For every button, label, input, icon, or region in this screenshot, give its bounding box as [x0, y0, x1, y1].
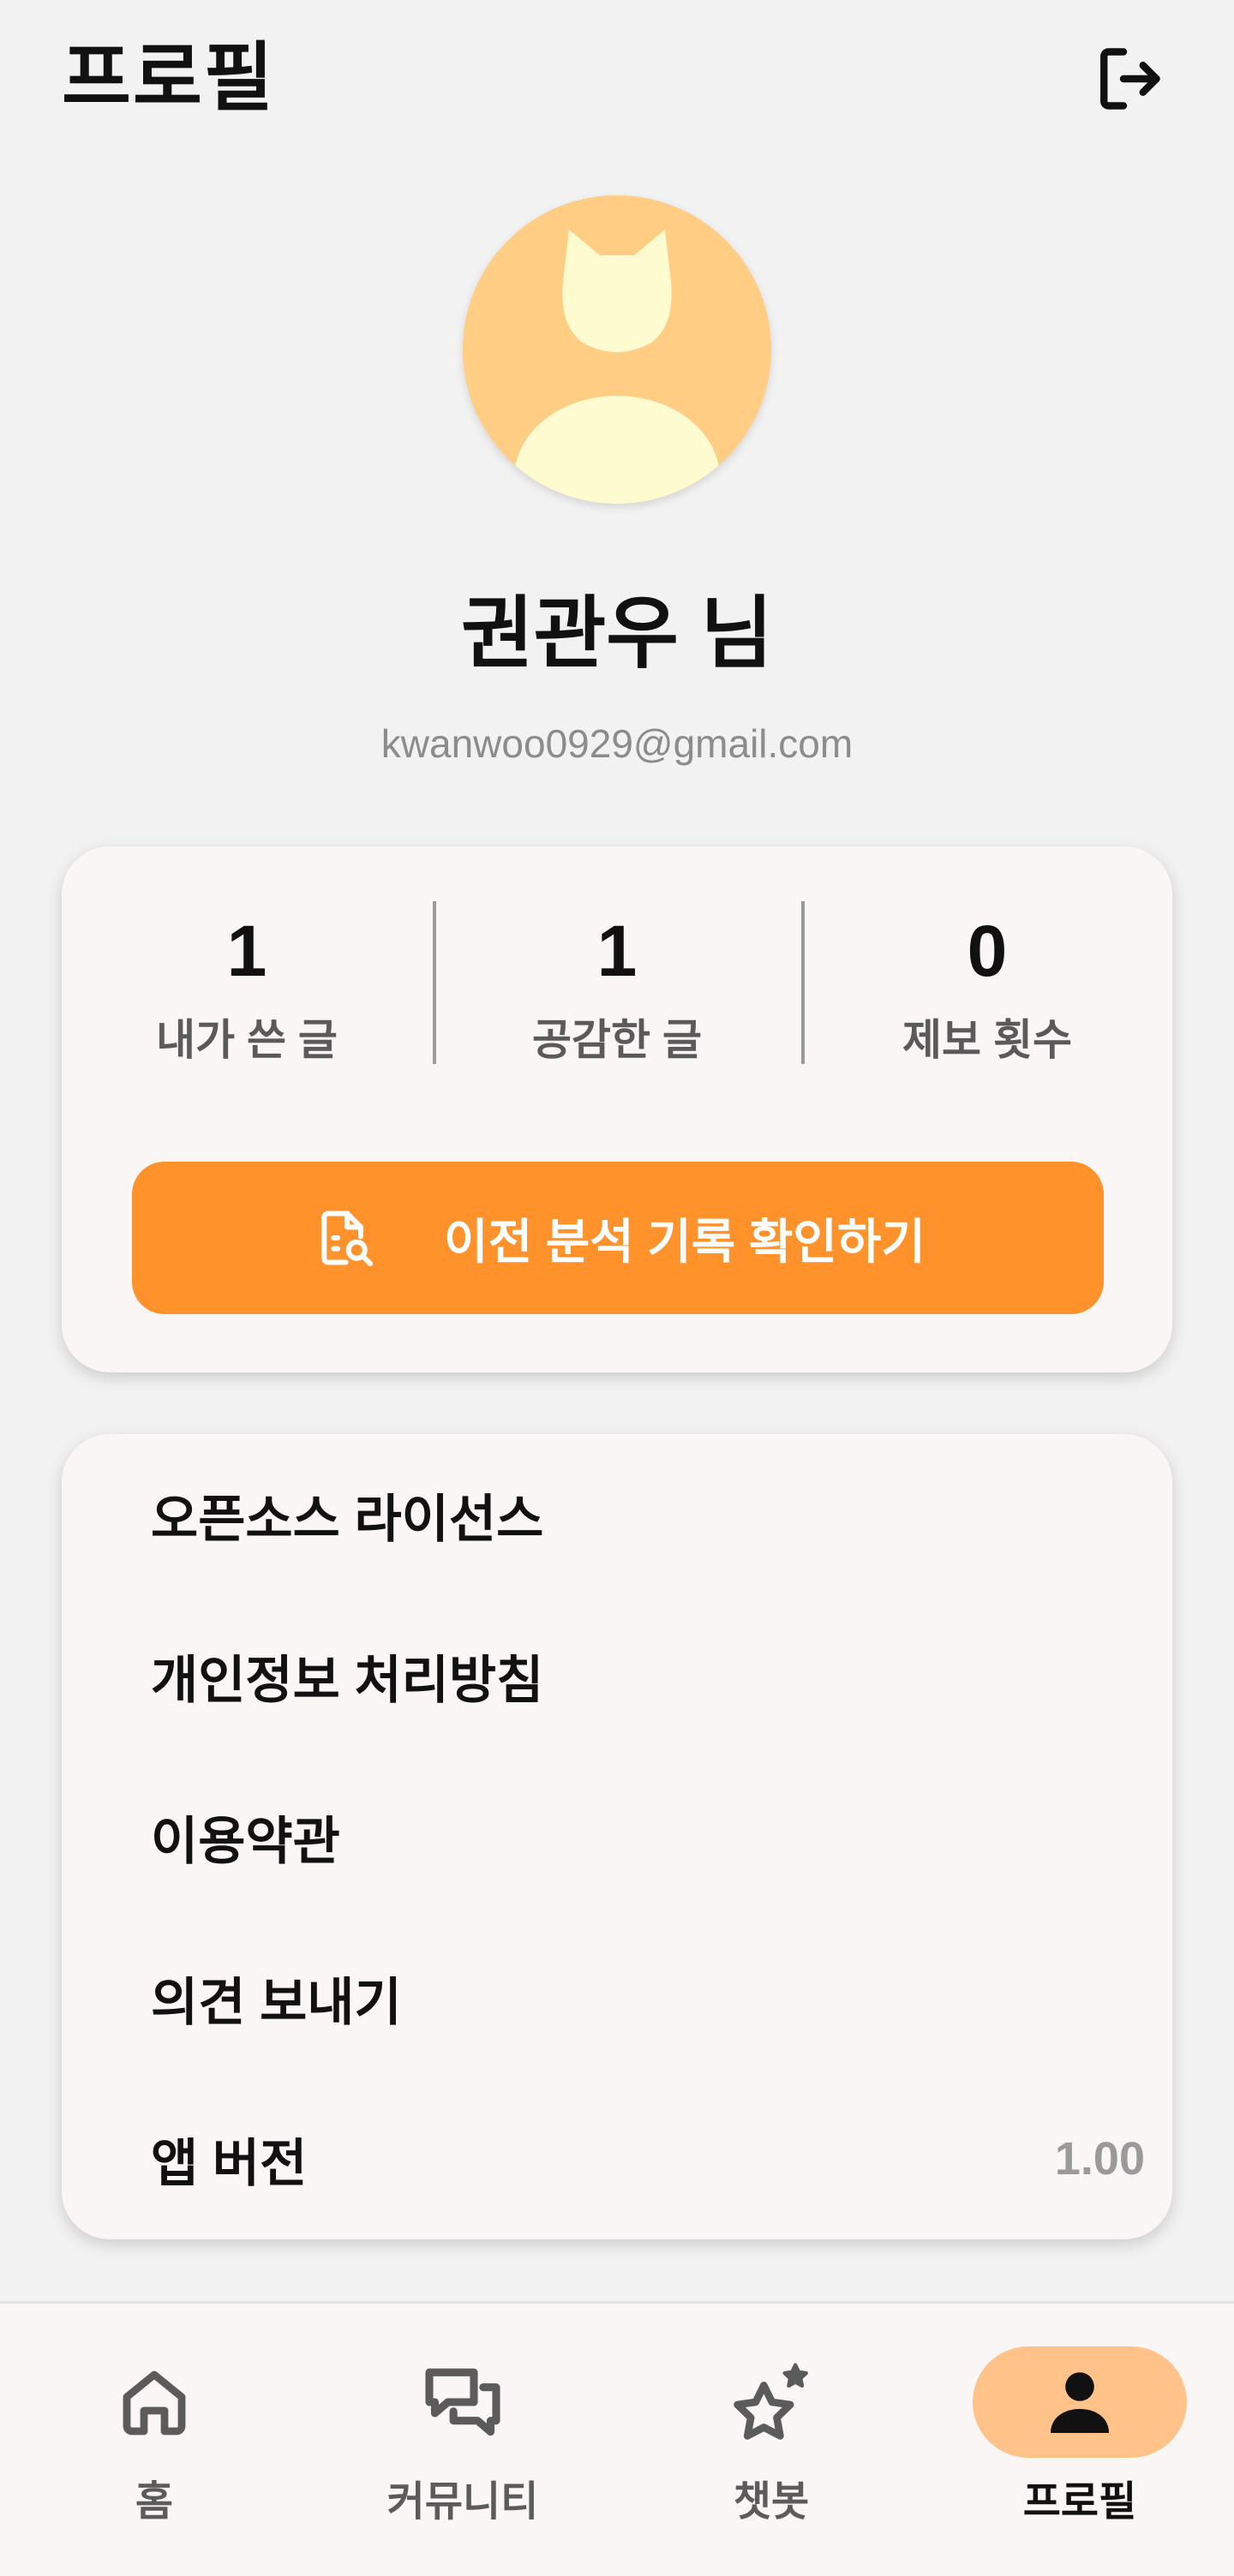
page-title: 프로필	[62, 35, 275, 120]
nav-label: 홈	[135, 2479, 174, 2525]
stat-value: 0	[967, 911, 1008, 991]
star-sparkle-icon	[734, 2363, 808, 2440]
stat-label: 내가 쓴 글	[156, 1016, 338, 1064]
nav-item-chatbot[interactable]: 챗봇	[664, 2346, 878, 2552]
analysis-history-button[interactable]: 이전 분석 기록 확인하기	[132, 1162, 1104, 1314]
analysis-history-label: 이전 분석 기록 확인하기	[444, 1214, 926, 1269]
nav-item-community[interactable]: 커뮤니티	[356, 2346, 570, 2552]
stats-row: 1 내가 쓴 글 1 공감한 글 0 제보 횟수	[62, 901, 1172, 1090]
user-name: 권관우 님	[460, 590, 774, 678]
nav-item-home[interactable]: 홈	[47, 2346, 261, 2552]
logout-button[interactable]	[1088, 38, 1171, 120]
menu-item-privacy-policy[interactable]: 개인정보 처리방침	[151, 1624, 1145, 1727]
stat-label: 공감한 글	[532, 1016, 702, 1064]
menu-item-terms-of-use[interactable]: 이용약관	[151, 1785, 1145, 1888]
stat-report-count[interactable]: 0 제보 횟수	[802, 901, 1172, 1090]
stat-value: 1	[596, 911, 638, 991]
logout-icon	[1100, 48, 1160, 110]
app-version-value: 1.00	[1054, 2133, 1145, 2185]
nav-label: 프로필	[1022, 2479, 1137, 2525]
menu-item-app-version: 앱 버전 1.00	[151, 2107, 1145, 2210]
profile-page: 프로필 권관우 님 kwanwoo0929@gmail.com 1 내가 쓴 글…	[0, 0, 1234, 2576]
nav-icon-wrap	[973, 2346, 1187, 2458]
settings-menu-card: 오픈소스 라이선스 개인정보 처리방침 이용약관 의견 보내기 앱 버전 1.0…	[62, 1434, 1172, 2239]
nav-icon-wrap	[356, 2346, 570, 2458]
nav-label: 커뮤니티	[386, 2479, 539, 2525]
menu-item-open-source-license[interactable]: 오픈소스 라이선스	[151, 1463, 1145, 1566]
nav-icon-wrap	[664, 2346, 878, 2458]
avatar[interactable]	[463, 195, 771, 504]
stat-my-posts[interactable]: 1 내가 쓴 글	[62, 901, 432, 1090]
menu-item-send-feedback[interactable]: 의견 보내기	[151, 1946, 1145, 2049]
cat-avatar-icon	[514, 230, 720, 504]
menu-item-label: 의견 보내기	[151, 1973, 402, 2031]
stat-divider	[801, 901, 805, 1064]
nav-icon-wrap	[47, 2346, 261, 2458]
stat-divider	[433, 901, 436, 1064]
menu-item-label: 개인정보 처리방침	[151, 1651, 544, 1709]
menu-item-label: 이용약관	[151, 1812, 340, 1870]
nav-label: 챗봇	[733, 2479, 810, 2525]
user-email: kwanwoo0929@gmail.com	[380, 721, 854, 766]
stats-card: 1 내가 쓴 글 1 공감한 글 0 제보 횟수 이전 분석 기록 확인하기	[62, 846, 1172, 1372]
person-icon	[1051, 2372, 1109, 2433]
bottom-nav: 홈 커뮤니티 챗봇 프로필	[0, 2301, 1234, 2576]
stat-label: 제보 횟수	[902, 1016, 1072, 1064]
home-icon	[123, 2370, 186, 2436]
stat-value: 1	[226, 911, 267, 991]
document-search-icon	[310, 1204, 379, 1272]
nav-item-profile[interactable]: 프로필	[973, 2346, 1187, 2552]
stat-liked-posts[interactable]: 1 공감한 글	[432, 901, 802, 1090]
menu-item-label: 오픈소스 라이선스	[151, 1490, 544, 1548]
chat-bubbles-icon	[425, 2368, 500, 2436]
menu-item-label: 앱 버전	[151, 2134, 308, 2192]
